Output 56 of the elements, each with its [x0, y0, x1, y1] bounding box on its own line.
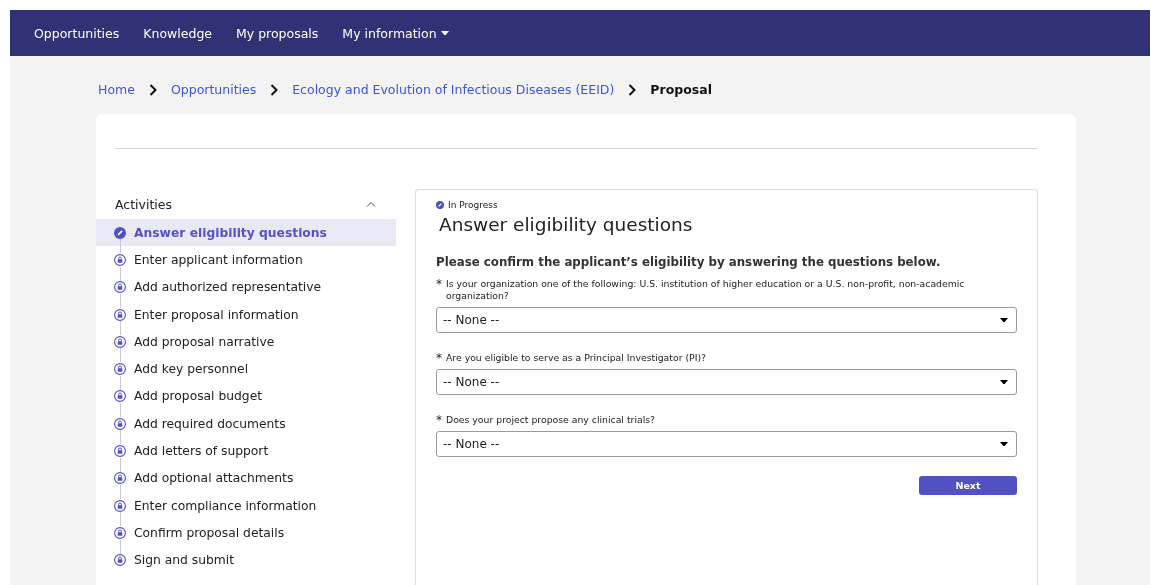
nav-link[interactable]: Opportunities [34, 25, 120, 41]
chevron-right-icon [628, 83, 637, 96]
lock-icon [114, 390, 126, 403]
activity-item[interactable]: Add authorized representative [96, 273, 396, 301]
activity-item[interactable]: Add proposal narrative [96, 328, 396, 356]
nav-link[interactable]: My proposals [236, 25, 319, 41]
activity-item[interactable]: Enter compliance information [96, 491, 396, 520]
form-title: Answer eligibility questions [439, 214, 694, 235]
breadcrumb-link[interactable]: Opportunities [170, 82, 257, 97]
question-label: Does your project propose any clinical trials? [446, 414, 656, 426]
next-button[interactable]: Next [919, 476, 1017, 495]
activity-item[interactable]: Sign and submit [96, 546, 396, 574]
lock-icon [114, 499, 126, 512]
lock-icon [114, 253, 126, 266]
question-label: Are you eligible to serve as a Principal Investigator (PI)? [446, 352, 706, 364]
required-marker: * [436, 414, 442, 426]
required-marker: * [436, 352, 442, 364]
activity-item[interactable]: Add required documents [96, 410, 396, 438]
select-field[interactable]: -- None -- [436, 431, 1017, 457]
lock-icon [114, 472, 126, 485]
activities-heading: Activities [115, 196, 173, 212]
lock-icon [114, 417, 126, 430]
question-label: Is your organization one of the following: U.S. institution of higher education or a U.S. non-profit, non-academic organization? [446, 278, 966, 302]
activity-item[interactable]: Add optional attachments [96, 464, 396, 492]
nav-link[interactable]: Knowledge [143, 25, 212, 41]
lock-icon [114, 554, 126, 567]
breadcrumb-current[interactable]: Proposal [650, 82, 712, 97]
caret-icon [1000, 379, 1008, 385]
caret-icon [1000, 441, 1008, 447]
pencil-icon [114, 226, 126, 239]
lock-icon [114, 281, 126, 294]
activity-item[interactable]: Confirm proposal details [96, 519, 396, 547]
activity-item[interactable]: Add key personnel [96, 355, 396, 383]
chevron-right-icon [270, 83, 279, 96]
select-field[interactable]: -- None -- [436, 369, 1017, 395]
activity-item[interactable]: Enter applicant information [96, 246, 396, 274]
activity-item[interactable]: Add letters of support [96, 437, 396, 465]
activity-item[interactable]: Enter proposal information [96, 300, 396, 329]
lock-icon [114, 335, 126, 348]
select-field[interactable]: -- None -- [436, 307, 1017, 333]
lock-icon [114, 363, 126, 376]
form-intro: Please confirm the applicant’s eligibility by answering the questions below. [436, 255, 942, 269]
breadcrumb-link[interactable]: Home [98, 82, 135, 97]
breadcrumb-link[interactable]: Ecology and Evolution of Infectious Diseases (EEID) [292, 82, 615, 97]
lock-icon [114, 308, 126, 321]
status-label: In Progress [448, 200, 498, 210]
activity-item[interactable]: Add proposal budget [96, 382, 396, 411]
pencil-icon [436, 201, 444, 209]
lock-icon [114, 526, 126, 539]
chevron-up-icon[interactable] [366, 201, 376, 207]
lock-icon [114, 445, 126, 457]
nav-link[interactable]: My information [342, 25, 449, 41]
caret-icon [1000, 317, 1008, 323]
activity-item[interactable]: Answer eligibility questions [96, 219, 396, 247]
required-marker: * [436, 278, 442, 290]
chevron-right-icon [148, 83, 157, 96]
